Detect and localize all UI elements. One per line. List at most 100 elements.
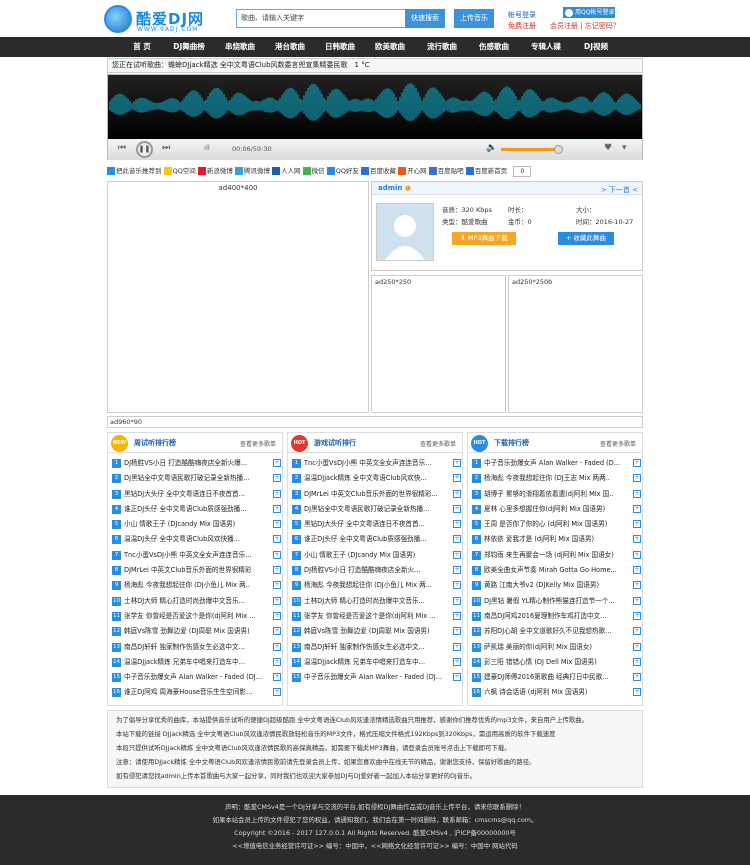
list-item[interactable]: 12 韩庭Vs陈雪 劲舞边爱 (DJ周聪 Mix 国语男) + <box>292 624 462 639</box>
song-title[interactable]: 中子音乐劲爆女声 Alan Walker - Faded (DJ... <box>304 673 442 681</box>
song-title[interactable]: 南昌DJ阿鸡2016夏理制作车鸡打造中文... <box>484 612 606 620</box>
add-icon[interactable]: + <box>273 657 281 666</box>
list-item[interactable]: 2 杨海彪 今夜我想起往你 (DJ王志 Mix 两两.. + <box>472 471 642 486</box>
song-title[interactable]: 夏林 心里多想握住你(dj阿利 Mix 国语男) <box>484 505 605 513</box>
dropdown-icon[interactable]: ▾ <box>622 143 627 153</box>
add-icon[interactable]: + <box>633 535 641 544</box>
song-title[interactable]: 土林DJ大师 精心打造时尚劲爆中文音乐... <box>304 597 425 605</box>
song-title[interactable]: 黄路 江南大爷v2 (DJKelly Mix 国语男) <box>484 581 599 589</box>
song-title[interactable]: DJMrLei 中英文Club音乐外面的世界很精彩 <box>124 566 251 574</box>
more-link[interactable]: 查看更多歌单 <box>240 439 276 448</box>
uploader-name[interactable]: admin <box>378 184 402 192</box>
song-title[interactable]: 韩庭Vs陈雪 劲舞边爱 (DJ周聪 Mix 国语男) <box>304 627 430 635</box>
volume-knob[interactable] <box>554 145 563 154</box>
song-title[interactable]: DJ黑钻全中文粤语民歌打破记录全新热播... <box>124 474 249 482</box>
song-title[interactable]: 中子音乐劲爆女声 Alan Walker - Faded (D... <box>484 459 620 467</box>
add-icon[interactable]: + <box>633 474 641 483</box>
add-icon[interactable]: + <box>633 520 641 529</box>
forgot-password-link[interactable]: 忘记密码？ <box>585 22 620 30</box>
list-item[interactable]: 7 Tnc小蛋VsDJ小熊 中英文全女声连连音乐... + <box>112 548 282 563</box>
list-item[interactable]: 16 谁正DJ阿鸡 周海豪House音乐生生空间影... + <box>112 685 282 700</box>
prev-icon[interactable]: ⏮ <box>118 143 126 153</box>
song-title[interactable]: 中子音乐劲爆女声 Alan Walker - Faded (DJ... <box>124 673 262 681</box>
song-title[interactable]: 林依依 爱我才是 (dj阿利 Mix 国语男) <box>484 535 594 543</box>
site-logo[interactable]: 酷爱DJ网 WWW.9ADJ.COM <box>104 5 234 35</box>
add-icon[interactable]: + <box>453 657 461 666</box>
song-title[interactable]: 杨海彪 今夜我想起往你 (DJ王志 Mix 两两.. <box>484 474 610 482</box>
share-qq-friends[interactable]: QQ好友 <box>326 167 359 175</box>
list-item[interactable]: 6 林依依 爱我才是 (dj阿利 Mix 国语男) + <box>472 532 642 547</box>
list-item[interactable]: 1 DJ杨胜VS小日 打造酷酷嗨夜店全新火爆... + <box>112 456 282 471</box>
song-title[interactable]: 彭三阳 错错心情 (DJ Dell Mix 国语男) <box>484 658 597 666</box>
song-title[interactable]: DJ黑钻全中文粤语民歌打破记录全新热播... <box>304 505 429 513</box>
song-title[interactable]: 谁正DJ头仔 全中文粤语Club质感强劲播... <box>304 535 427 543</box>
add-icon[interactable]: + <box>273 642 281 651</box>
next-icon[interactable]: ⏭ <box>162 143 170 153</box>
list-item[interactable]: 3 DJMrLei 中英文Club音乐外面的世界很精彩... + <box>292 487 462 502</box>
song-title[interactable]: 南昌DJ轩轩 独家制作伤感女生必选中文... <box>124 643 245 651</box>
song-title[interactable]: 杨海彪 今夜我想起往你 (DJ小鱼儿 Mix 两.. <box>124 581 250 589</box>
add-icon[interactable]: + <box>453 566 461 575</box>
song-title[interactable]: 温温DJjack精炼 兄弟车中唱来打造车中... <box>124 658 245 666</box>
add-icon[interactable]: + <box>453 673 461 682</box>
add-icon[interactable]: + <box>633 611 641 620</box>
list-item[interactable]: 2 DJ黑钻全中文粤语民歌打破记录全新热播... + <box>112 471 282 486</box>
add-icon[interactable]: + <box>633 581 641 590</box>
add-icon[interactable]: + <box>273 474 281 483</box>
list-item[interactable]: 6 谁正DJ头仔 全中文粤语Club质感强劲播... + <box>292 532 462 547</box>
song-title[interactable]: 小山 情歌王子 (DJcandy Mix 国语男) <box>304 551 415 559</box>
add-icon[interactable]: + <box>633 596 641 605</box>
add-icon[interactable]: + <box>633 657 641 666</box>
list-item[interactable]: 10 土林DJ大师 精心打造时尚劲爆中文音乐... + <box>292 594 462 609</box>
song-title[interactable]: 萨凯瑞 美丽的你(dj阿利 Mix 国语女) <box>484 643 592 651</box>
song-title[interactable]: DJ杨胜VS小日 打造酷酷嗨夜店全新火爆... <box>124 459 247 467</box>
add-icon[interactable]: + <box>273 688 281 697</box>
share-tieba[interactable]: 百度贴吧 <box>428 167 464 175</box>
share-baidu-fav[interactable]: 百度收藏 <box>361 167 396 175</box>
add-icon[interactable]: + <box>453 550 461 559</box>
add-icon[interactable]: + <box>273 673 281 682</box>
share-weibo[interactable]: 新浪微博 <box>197 167 233 175</box>
share-baidu-home[interactable]: 百度新首页 <box>465 167 507 175</box>
list-item[interactable]: 11 张学友 你曾经是否爱这个是你(dj阿利 Mix ... + <box>112 609 282 624</box>
more-link[interactable]: 查看更多歌单 <box>420 439 456 448</box>
add-icon[interactable]: + <box>633 673 641 682</box>
song-title[interactable]: 谁正DJ头仔 全中文粤语Club质感强劲播... <box>124 505 247 513</box>
song-title[interactable]: 六枫 诗会话语 (dj阿利 Mix 国语男) <box>484 688 588 696</box>
add-icon[interactable]: + <box>453 611 461 620</box>
add-icon[interactable]: + <box>453 535 461 544</box>
login-link[interactable]: 帐号登录 <box>508 10 536 21</box>
add-icon[interactable]: + <box>453 489 461 498</box>
nav-item-jp-kr[interactable]: 日韩歌曲 <box>318 37 362 57</box>
list-item[interactable]: 9 杨海彪 今夜我想起往你 (DJ小鱼儿 Mix 两.. + <box>112 578 282 593</box>
add-icon[interactable]: + <box>633 459 641 467</box>
list-item[interactable]: 16 六枫 诗会话语 (dj阿利 Mix 国语男) + <box>472 685 642 700</box>
song-title[interactable]: 土林DJ大师 精心打造时尚劲爆中文音乐... <box>124 597 245 605</box>
favorite-button[interactable]: + 收藏此舞曲 <box>558 232 614 245</box>
list-item[interactable]: 15 建豪DJ师傅2016第歌曲 经典打日中民歌... + <box>472 670 642 685</box>
list-item[interactable]: 8 DJ杨胜VS小日 打造酷酷嗨夜店全新火... + <box>292 563 462 578</box>
add-icon[interactable]: + <box>273 459 281 467</box>
song-title[interactable]: 温温DJjack精炼 兄弟车中唱来打造车中... <box>304 658 425 666</box>
list-item[interactable]: 6 温温DJ头仔 全中文粤语Club风欢快播... + <box>112 532 282 547</box>
song-title[interactable]: 欧美全曲女声节奏 Mirah Gotta Go Home... <box>484 566 617 574</box>
song-title[interactable]: DJMrLei 中英文Club音乐外面的世界很精彩... <box>304 490 438 498</box>
list-item[interactable]: 1 Tnc小蛋VsDJ小熊 中英文全女声连连音乐... + <box>292 456 462 471</box>
add-icon[interactable]: + <box>453 642 461 651</box>
song-title[interactable]: 韩庭Vs陈雪 劲舞边爱 (DJ周聪 Mix 国语男) <box>124 627 250 635</box>
nav-item-home[interactable]: 首 页 <box>120 37 164 57</box>
share-kaixin[interactable]: 开心网 <box>398 167 427 175</box>
add-icon[interactable]: + <box>273 489 281 498</box>
register-link[interactable]: 免费注册 <box>508 22 536 30</box>
add-icon[interactable]: + <box>633 550 641 559</box>
list-item[interactable]: 5 黑钻DJ大头仔 全中文粤语连日不夜首首... + <box>292 517 462 532</box>
list-item[interactable]: 10 土林DJ大师 精心打造时尚劲爆中文音乐... + <box>112 594 282 609</box>
list-item[interactable]: 9 杨海彪 今夜我想起往你 (DJ小鱼儿 Mix 两... + <box>292 578 462 593</box>
nav-item-video[interactable]: DJ视频 <box>574 37 618 57</box>
pause-button[interactable]: ❚❚ <box>136 141 153 158</box>
add-icon[interactable]: + <box>453 504 461 513</box>
share-renren[interactable]: 人人网 <box>272 167 301 175</box>
list-item[interactable]: 3 黑钻DJ大头仔 全中文粤语连日不夜首首... + <box>112 487 282 502</box>
song-title[interactable]: 谁正DJ阿鸡 周海豪House音乐生生空间影... <box>124 688 252 696</box>
add-icon[interactable]: + <box>633 642 641 651</box>
